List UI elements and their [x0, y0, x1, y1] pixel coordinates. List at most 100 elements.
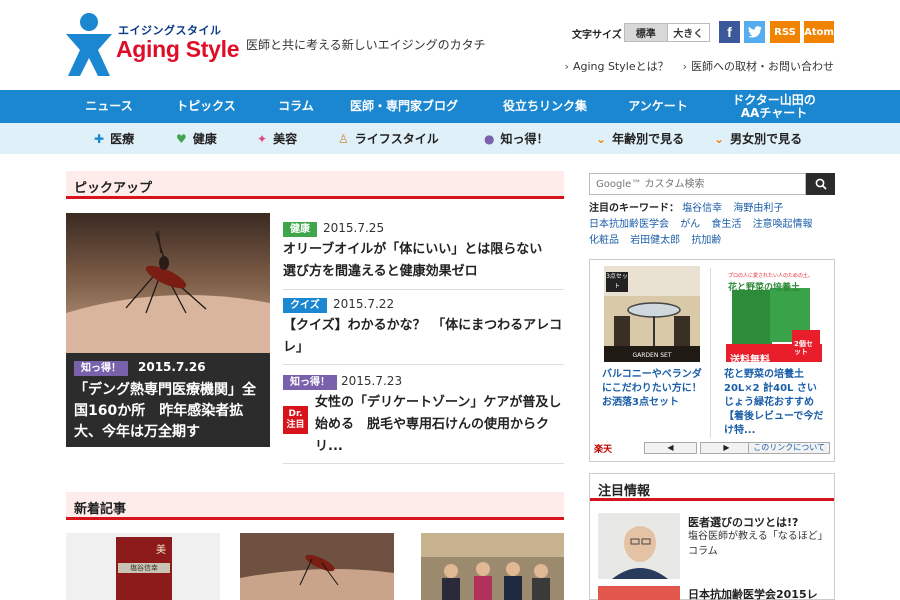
subnav-beauty[interactable]: ✦ 美容 — [257, 123, 297, 154]
site-tagline: 医師と共に考える新しいエイジングのカタチ — [246, 38, 486, 52]
article-title: 女性の「デリケートゾーン」ケアが普及し始める 脱毛や専用石けんの使用からクリ..… — [315, 395, 562, 454]
keywords-label: 注目のキーワード： — [589, 203, 679, 214]
rakuten-item-title: 花と野菜の培養土 20L×2 計40L さいじょう緑花おすすめ【着後レビューで今… — [724, 369, 824, 436]
keyword-link[interactable]: 岩田健太郎 — [630, 235, 680, 246]
pickup-heading: ピックアップ — [74, 181, 153, 196]
article-thumbnail[interactable] — [240, 533, 394, 600]
font-size-standard-button[interactable]: 標準 — [625, 24, 667, 41]
keyword-link[interactable]: 日本抗加齢医学会 — [589, 219, 669, 230]
keyword-link[interactable]: 食生活 — [711, 219, 741, 230]
garden-set-caption: GARDEN SET — [632, 352, 672, 359]
featured-info-title[interactable]: 医者選びのコツとは!? — [688, 514, 798, 530]
article-date: 2015.7.23 — [341, 374, 403, 388]
article-date: 2015.7.22 — [333, 297, 395, 311]
chevron-right-icon: › — [682, 60, 687, 73]
search-icon — [815, 178, 827, 190]
nav-doctor-blog[interactable]: 医師・専門家ブログ — [345, 90, 463, 123]
search-button[interactable] — [806, 173, 835, 195]
pickup-item[interactable]: 知っ得！ 2015.7.23 Dr. 注目 女性の「デリケートゾーン」ケアが普及… — [283, 374, 564, 464]
article-title: 【クイズ】わかるかな？ 「体にまつわるアレコレ」 — [283, 318, 563, 355]
rakuten-footer: 楽天 ◀ ▶ このリンクについて — [594, 442, 830, 456]
nav-topics[interactable]: トピックス — [160, 90, 252, 123]
pickup-feature-card[interactable]: 知っ得！ 2015.7.26 「デング熱専門医療機関」全国160か所 昨年感染者… — [66, 213, 270, 447]
featured-info-title-2[interactable]: 日本抗加齢医学会2015レ — [688, 586, 818, 600]
nav-column[interactable]: コラム — [258, 90, 334, 123]
subnav-health[interactable]: ♥ 健康 — [176, 123, 217, 154]
featured-info-thumbnail — [598, 586, 680, 600]
article-date: 2015.7.25 — [323, 221, 385, 235]
rakuten-about-link[interactable]: このリンクについて — [748, 442, 830, 454]
category-badge: 知っ得！ — [74, 361, 128, 376]
new-articles-section-header: 新着記事 — [66, 492, 564, 520]
dot-icon: ● — [484, 131, 495, 146]
facebook-icon[interactable]: f — [719, 21, 740, 43]
book-cover-image: 美 塩谷信幸 — [116, 537, 172, 600]
search-input[interactable] — [590, 174, 805, 194]
utility-links: › Aging Styleとは？ › 医師への取材・お問い合わせ — [565, 58, 834, 74]
prev-arrow-icon[interactable]: ◀ — [644, 442, 697, 454]
nav-survey[interactable]: アンケート — [618, 90, 698, 123]
atom-button[interactable]: Atom — [804, 21, 834, 43]
logo-title: Aging Style — [116, 36, 240, 62]
pickup-item[interactable]: 健康 2015.7.25 オリーブオイルが「体にいい」とは限らない 選び方を間違… — [283, 221, 564, 290]
contact-link[interactable]: › 医師への取材・お問い合わせ — [683, 58, 834, 74]
new-articles-heading: 新着記事 — [74, 502, 127, 517]
featured-info-subtitle: 塩谷医師が教える「なるほど」 コラム — [688, 531, 828, 557]
article-title: 「デング熱専門医療機関」全国160か所 昨年感染者拡大、今年は万全期す — [74, 382, 256, 440]
font-size-label: 文字サイズ — [572, 30, 622, 41]
dr-attention-badge: Dr. 注目 — [283, 406, 308, 434]
pickup-feature-caption: 知っ得！ 2015.7.26 「デング熱専門医療機関」全国160か所 昨年感染者… — [66, 353, 270, 447]
rakuten-logo: 楽天 — [594, 445, 613, 455]
featured-info-header: 注目情報 — [590, 474, 834, 501]
sub-nav: ✚ 医療 ♥ 健康 ✦ 美容 ♙ ライフスタイル ● 知っ得！ ⌄ 年齢別で見る ⌄ 男女別で… — [0, 123, 900, 154]
category-badge: 知っ得！ — [283, 375, 337, 390]
doctor-portrait — [598, 513, 680, 579]
sparkle-icon: ✦ — [257, 131, 268, 146]
article-thumbnail[interactable] — [421, 533, 564, 600]
rakuten-ad-widget: 3点セット GARDEN SET バルコニーやベランダにこだわりたい方に！お洒落… — [589, 259, 835, 462]
group-photo — [421, 533, 564, 600]
article-thumbnail[interactable]: 美 塩谷信幸 — [66, 533, 220, 600]
about-link[interactable]: › Aging Styleとは？ — [565, 58, 669, 74]
rakuten-item[interactable]: プロの人に愛されたい人のための土。 花と野菜の培養土 送料無料 2個セット 花と… — [722, 266, 826, 438]
chevron-down-icon: ⌄ — [596, 131, 607, 146]
rakuten-item[interactable]: 3点セット GARDEN SET バルコニーやベランダにこだわりたい方に！お洒落… — [600, 266, 704, 410]
font-size-large-button[interactable]: 大きく — [666, 24, 709, 41]
featured-info-box: 注目情報 医者選びのコツとは!? 塩谷医師が教える「なるほど」 コラム 日本抗加… — [589, 473, 835, 600]
soil-bag-name: 花と野菜の培養土 — [728, 283, 801, 293]
nav-aa-chart-line2: AAチャート — [740, 105, 808, 120]
pickup-item[interactable]: クイズ 2015.7.22 【クイズ】わかるかな？ 「体にまつわるアレコレ」 — [283, 297, 564, 365]
keyword-link[interactable]: 海野由利子 — [733, 203, 783, 214]
subnav-lifestyle[interactable]: ♙ ライフスタイル — [338, 123, 439, 154]
site-header: エイジングスタイル Aging Style 医師と共に考える新しいエイジングのカ… — [0, 0, 900, 90]
category-badge: 健康 — [283, 222, 317, 237]
rakuten-item-title: バルコニーやベランダにこだわりたい方に！お洒落3点セット — [602, 369, 702, 408]
logo-figure-icon — [66, 13, 112, 76]
twitter-icon[interactable] — [744, 21, 765, 43]
nav-news[interactable]: ニュース — [66, 90, 152, 123]
subnav-knowledge[interactable]: ● 知っ得！ — [484, 123, 549, 154]
keyword-link[interactable]: 注意喚起情報 — [753, 219, 813, 230]
divider — [710, 268, 711, 438]
plus-icon: ✚ — [94, 131, 105, 146]
two-pack-corner: 2個セット — [794, 340, 813, 356]
keyword-link[interactable]: 塩谷信幸 — [682, 203, 722, 214]
mosquito-photo — [66, 213, 270, 353]
nav-links[interactable]: 役立ちリンク集 — [490, 90, 600, 123]
keyword-link[interactable]: 抗加齢 — [691, 235, 721, 246]
chevron-down-icon: ⌄ — [714, 131, 725, 146]
rss-button[interactable]: RSS — [770, 21, 800, 43]
keyword-link[interactable]: がん — [680, 219, 700, 230]
next-arrow-icon[interactable]: ▶ — [700, 442, 753, 454]
pickup-section-header: ピックアップ — [66, 171, 564, 199]
subnav-by-age[interactable]: ⌄ 年齢別で見る — [596, 123, 684, 154]
nav-aa-chart[interactable]: ドクター山田の AAチャート — [722, 90, 826, 123]
subnav-medical[interactable]: ✚ 医療 — [94, 123, 134, 154]
keyword-link[interactable]: 化粧品 — [589, 235, 619, 246]
article-title: オリーブオイルが「体にいい」とは限らない 選び方を間違えると健康効果ゼロ — [283, 242, 556, 279]
category-badge: クイズ — [283, 298, 327, 313]
subnav-by-gender[interactable]: ⌄ 男女別で見る — [714, 123, 802, 154]
soil-bag-header: プロの人に愛されたい人のための土。 — [728, 273, 814, 279]
site-logo[interactable]: エイジングスタイル Aging Style — [64, 10, 240, 80]
keyword-list: 注目のキーワード： 塩谷信幸 海野由利子 日本抗加齢医学会 がん 食生活 注意喚… — [589, 201, 835, 249]
